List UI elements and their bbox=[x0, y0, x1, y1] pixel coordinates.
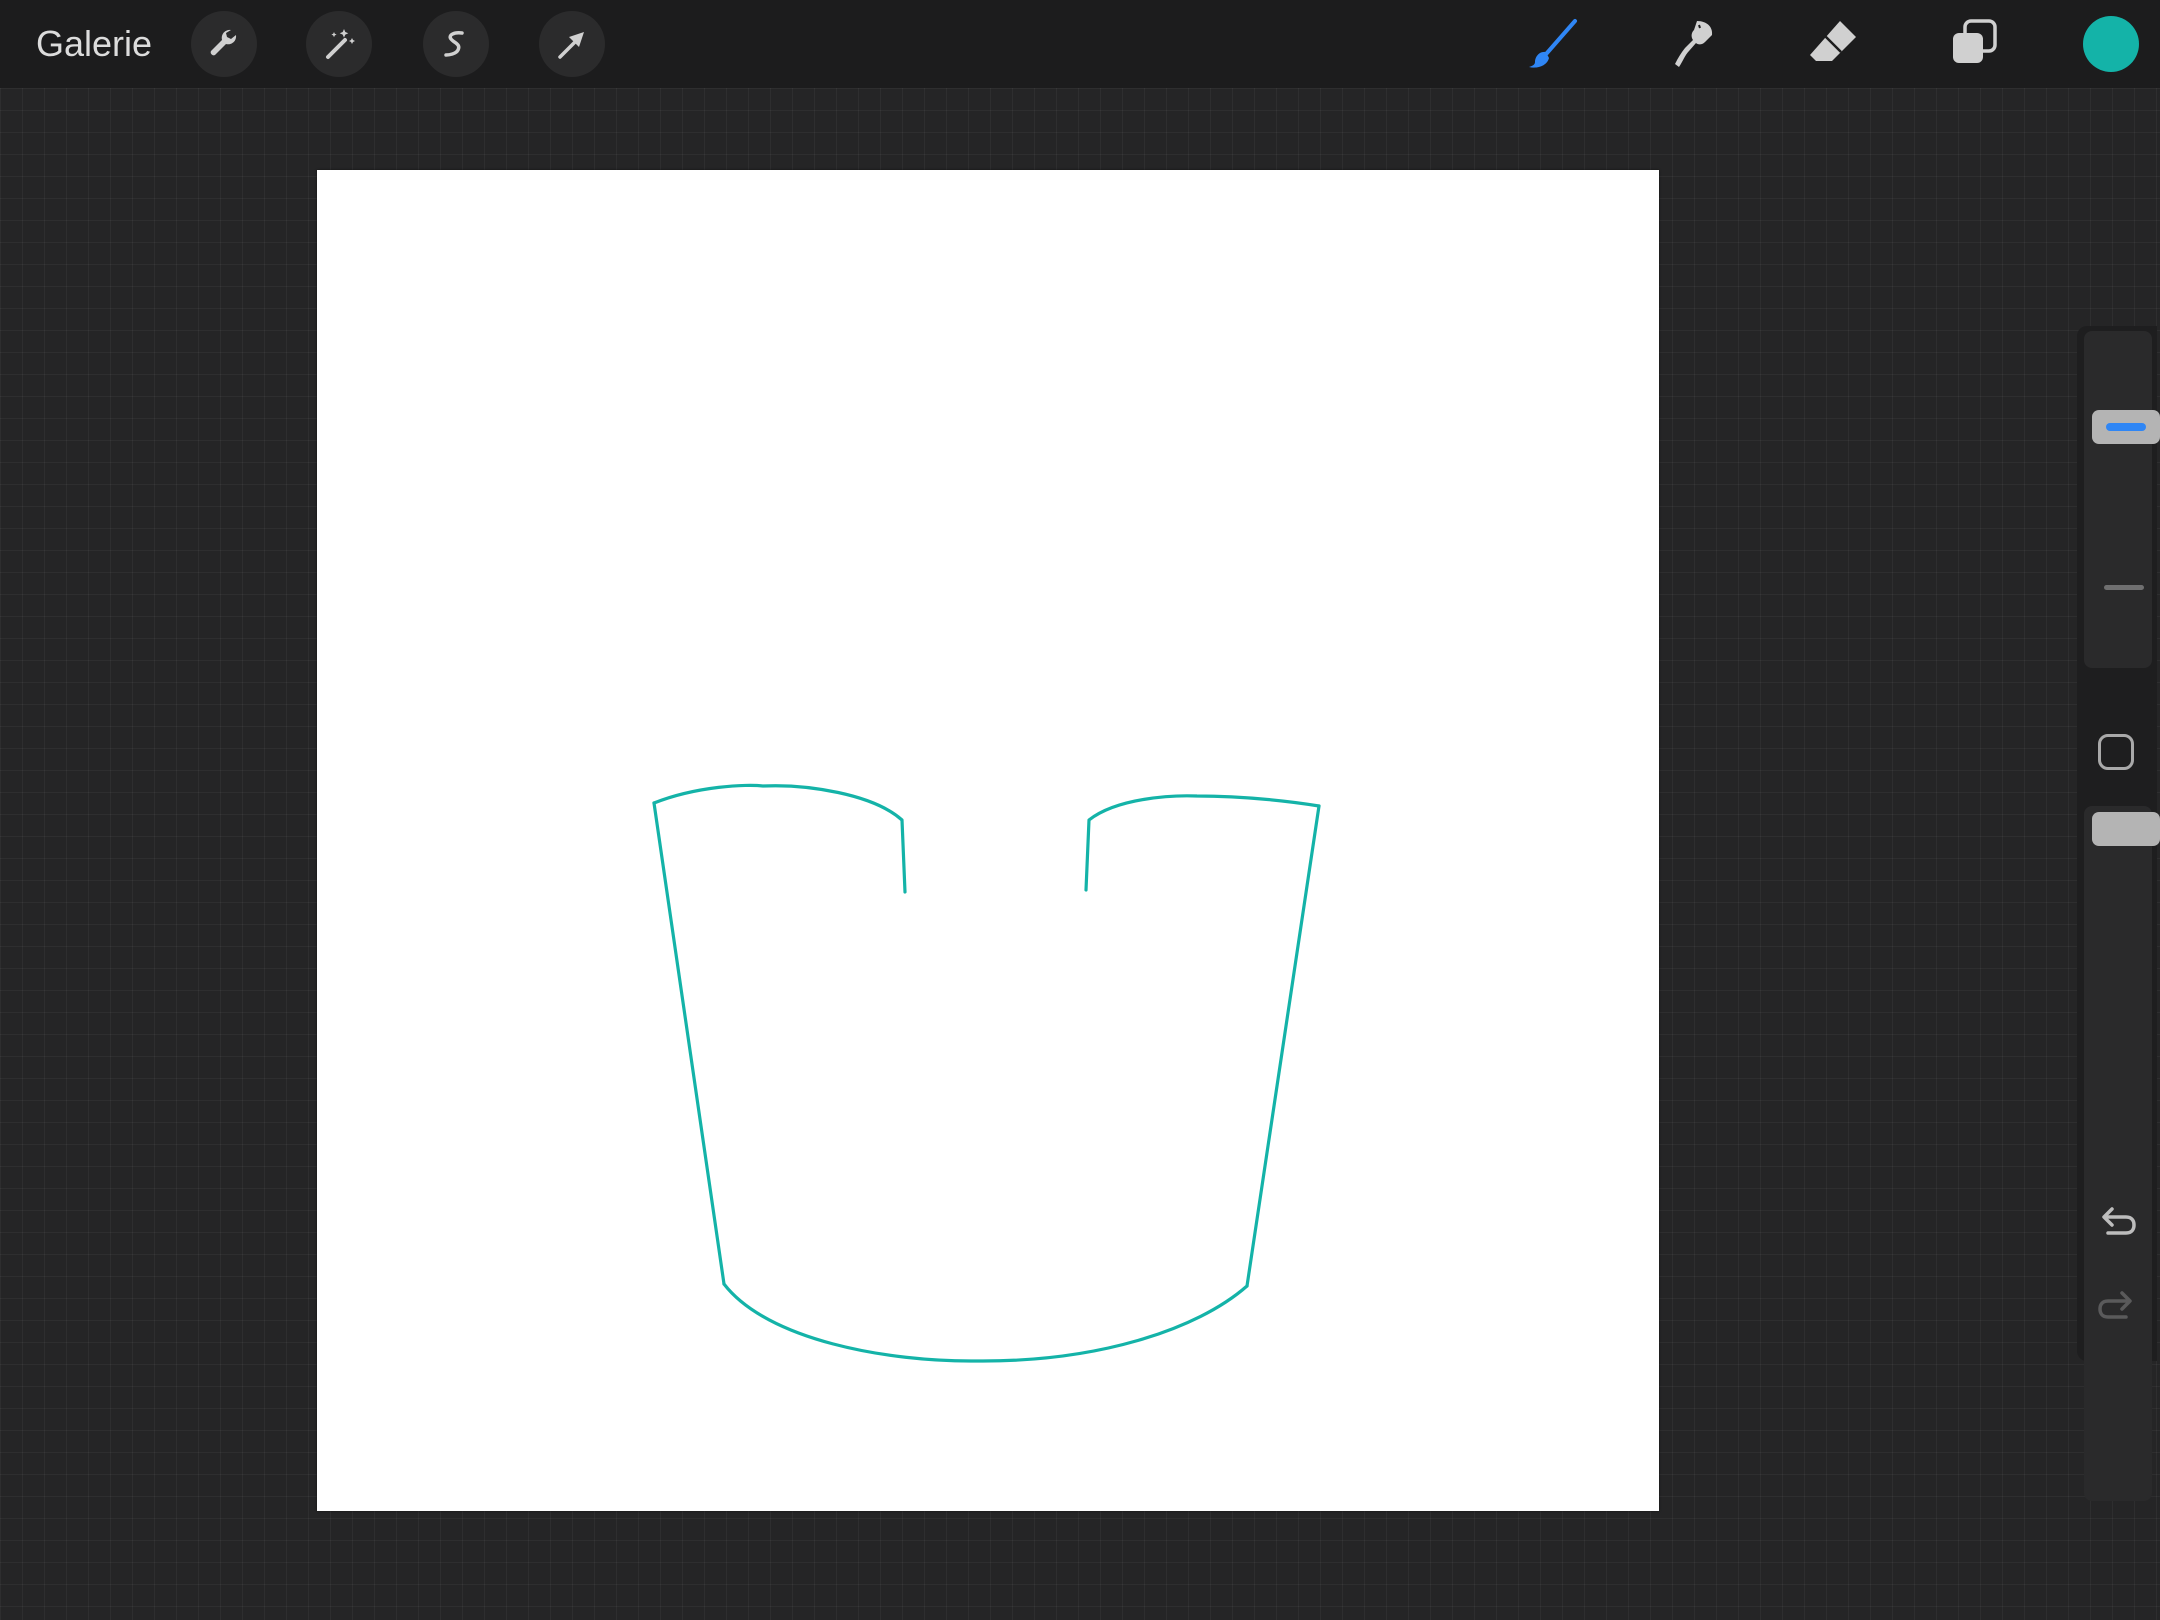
redo-button[interactable] bbox=[2095, 1286, 2139, 1330]
cup-sketch-drawing bbox=[652, 783, 1321, 1363]
gallery-link[interactable]: Galerie bbox=[36, 22, 152, 66]
brush-size-handle[interactable] bbox=[2092, 409, 2160, 444]
brush-size-indicator bbox=[2106, 422, 2146, 431]
sketch-stroke-left-rim bbox=[652, 783, 907, 894]
magic-wand-icon bbox=[326, 29, 355, 59]
modify-button[interactable] bbox=[2098, 734, 2134, 770]
sketch-stroke-bottom bbox=[722, 1282, 1249, 1363]
layers-icon bbox=[1953, 19, 1997, 63]
eraser-button[interactable] bbox=[1803, 14, 1863, 74]
undo-button[interactable] bbox=[2095, 1202, 2139, 1246]
brush-sidebar bbox=[2077, 326, 2160, 1501]
top-toolbar: Galerie bbox=[0, 0, 2160, 88]
wrench-icon bbox=[210, 29, 237, 56]
adjustments-button[interactable] bbox=[306, 11, 372, 77]
color-swatch-button[interactable] bbox=[2083, 16, 2139, 72]
selection-button[interactable] bbox=[423, 11, 489, 77]
drawing-canvas[interactable] bbox=[317, 170, 1659, 1511]
smudge-button[interactable] bbox=[1662, 14, 1722, 74]
transform-button[interactable] bbox=[539, 11, 605, 77]
selection-icon bbox=[444, 31, 464, 57]
sketch-stroke-left-side bbox=[652, 801, 726, 1286]
sketch-stroke-right-side bbox=[1245, 804, 1321, 1288]
brush-button[interactable] bbox=[1524, 14, 1584, 74]
transform-arrow-icon bbox=[558, 32, 584, 59]
smudge-icon bbox=[1675, 21, 1713, 67]
layers-button[interactable] bbox=[1944, 14, 2004, 74]
sketch-stroke-right-rim bbox=[1084, 794, 1321, 892]
undo-icon bbox=[2102, 1207, 2136, 1235]
brush-icon bbox=[1529, 19, 1577, 68]
eraser-icon bbox=[1810, 21, 1856, 61]
brush-size-slider[interactable] bbox=[2084, 331, 2160, 668]
actions-button[interactable] bbox=[191, 11, 257, 77]
brush-size-midpoint-mark bbox=[2104, 585, 2144, 590]
redo-icon bbox=[2098, 1291, 2132, 1319]
opacity-slider[interactable] bbox=[2084, 806, 2160, 1501]
opacity-handle[interactable] bbox=[2092, 812, 2160, 846]
